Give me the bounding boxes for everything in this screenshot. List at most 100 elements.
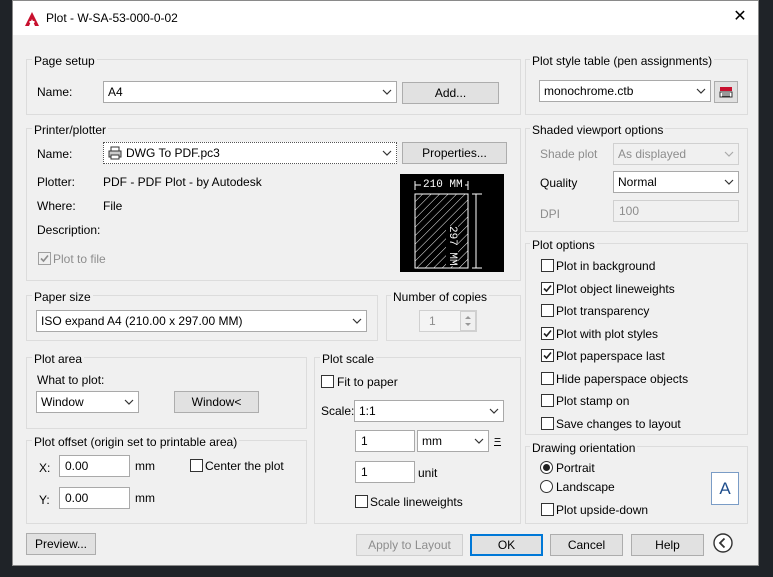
scale-paper-input[interactable]: 1 bbox=[355, 430, 415, 452]
check-icon bbox=[543, 329, 552, 338]
upside-down-checkbox[interactable] bbox=[541, 503, 554, 516]
center-plot-checkbox[interactable] bbox=[190, 459, 203, 472]
upside-down-label: Plot upside-down bbox=[556, 503, 649, 517]
x-offset-input[interactable]: 0.00 bbox=[59, 455, 130, 477]
plot-scale-title: Plot scale bbox=[320, 352, 377, 366]
paper-preview: 210 MM 297 MM bbox=[400, 174, 504, 272]
add-button[interactable]: Add... bbox=[402, 82, 499, 104]
chevron-down-icon bbox=[724, 179, 734, 185]
plot-option-checkbox[interactable] bbox=[541, 417, 554, 430]
properties-button[interactable]: Properties... bbox=[402, 142, 507, 164]
quality-select[interactable]: Normal bbox=[613, 171, 739, 193]
scale-label: Scale: bbox=[321, 404, 355, 418]
shade-plot-label: Shade plot bbox=[540, 147, 598, 161]
page-setup-title: Page setup bbox=[32, 54, 97, 68]
chevron-down-icon bbox=[382, 89, 392, 95]
where-label: Where: bbox=[37, 199, 76, 213]
plot-option-label: Plot object lineweights bbox=[556, 282, 675, 296]
plot-option-checkbox[interactable] bbox=[541, 304, 554, 317]
scale-lineweights-label: Scale lineweights bbox=[370, 495, 463, 509]
plot-offset-group bbox=[26, 440, 307, 524]
plotter-label: Plotter: bbox=[37, 175, 76, 189]
plot-option-checkbox[interactable] bbox=[541, 259, 554, 272]
copies-spinner[interactable] bbox=[460, 311, 476, 331]
printer-name-label: Name: bbox=[37, 147, 73, 161]
quality-label: Quality bbox=[540, 176, 578, 190]
window-title: Plot - W-SA-53-000-0-02 bbox=[46, 11, 178, 25]
page-setup-name-label: Name: bbox=[37, 85, 73, 99]
help-button[interactable]: Help bbox=[631, 534, 704, 556]
collapse-button[interactable] bbox=[712, 532, 734, 554]
plot-option-label: Plot paperspace last bbox=[556, 349, 665, 363]
plot-option-checkbox[interactable] bbox=[541, 372, 554, 385]
chevron-down-icon bbox=[124, 399, 134, 405]
chevron-down-icon bbox=[489, 408, 499, 414]
description-label: Description: bbox=[37, 223, 101, 237]
chevron-down-icon bbox=[352, 318, 362, 324]
plot-option-label: Plot stamp on bbox=[556, 394, 630, 408]
orientation-preview-icon: A bbox=[711, 472, 739, 505]
dpi-input[interactable]: 100 bbox=[613, 200, 739, 222]
ok-button[interactable]: OK bbox=[470, 534, 543, 556]
shaded-viewport-title: Shaded viewport options bbox=[530, 123, 666, 137]
check-icon bbox=[543, 284, 552, 293]
plot-to-file-checkbox[interactable] bbox=[38, 252, 51, 265]
autocad-logo-icon bbox=[25, 12, 39, 26]
what-to-plot-select[interactable]: Window bbox=[36, 391, 139, 413]
y-offset-unit: mm bbox=[135, 491, 155, 505]
plot-option-checkbox[interactable] bbox=[541, 282, 554, 295]
scale-unit-select[interactable]: mm bbox=[417, 430, 489, 452]
chevron-down-icon bbox=[474, 438, 484, 444]
plot-to-file-label: Plot to file bbox=[53, 252, 106, 266]
scale-drawing-input[interactable]: 1 bbox=[355, 461, 415, 483]
plot-options-title: Plot options bbox=[530, 238, 597, 252]
dpi-label: DPI bbox=[540, 207, 561, 221]
preview-height-label: 297 MM bbox=[446, 226, 458, 266]
x-offset-unit: mm bbox=[135, 459, 155, 473]
x-offset-label: X: bbox=[39, 461, 51, 475]
shade-plot-select[interactable]: As displayed bbox=[613, 143, 739, 165]
apply-to-layout-button[interactable]: Apply to Layout bbox=[356, 534, 463, 556]
check-icon bbox=[543, 351, 552, 360]
paper-size-select[interactable]: ISO expand A4 (210.00 x 297.00 MM) bbox=[36, 310, 367, 332]
chevron-down-icon bbox=[724, 151, 734, 157]
plot-option-label: Save changes to layout bbox=[556, 417, 681, 431]
plot-dialog: Plot - W-SA-53-000-0-02 ✕ Page setup Nam… bbox=[12, 0, 759, 566]
landscape-radio[interactable] bbox=[540, 480, 553, 493]
fit-to-paper-checkbox[interactable] bbox=[321, 375, 334, 388]
y-offset-input[interactable]: 0.00 bbox=[59, 487, 130, 509]
chevron-down-icon bbox=[382, 150, 392, 156]
scale-unit-label: unit bbox=[418, 466, 438, 480]
plot-option-checkbox[interactable] bbox=[541, 349, 554, 362]
chevron-left-circle-icon bbox=[713, 533, 733, 553]
window-button[interactable]: Window< bbox=[174, 391, 259, 413]
page-setup-name-select[interactable]: A4 bbox=[103, 81, 397, 103]
plot-option-checkbox[interactable] bbox=[541, 394, 554, 407]
plot-area-title: Plot area bbox=[32, 352, 85, 366]
portrait-radio[interactable] bbox=[540, 461, 553, 474]
plot-option-label: Plot transparency bbox=[556, 304, 650, 318]
center-plot-label: Center the plot bbox=[205, 459, 284, 473]
plot-option-label: Hide paperspace objects bbox=[556, 372, 689, 386]
plot-style-edit-button[interactable] bbox=[714, 81, 738, 103]
cancel-button[interactable]: Cancel bbox=[550, 534, 623, 556]
y-offset-label: Y: bbox=[39, 493, 50, 507]
scale-select[interactable]: 1:1 bbox=[354, 400, 504, 422]
title-bar: Plot - W-SA-53-000-0-02 ✕ bbox=[13, 1, 758, 35]
printer-name-select[interactable]: DWG To PDF.pc3 bbox=[103, 142, 397, 164]
preview-button[interactable]: Preview... bbox=[26, 533, 96, 555]
printer-icon bbox=[108, 146, 122, 160]
spin-arrows-icon bbox=[465, 316, 471, 326]
orientation-title: Drawing orientation bbox=[530, 441, 638, 455]
plot-option-label: Plot in background bbox=[556, 259, 656, 273]
landscape-label: Landscape bbox=[556, 480, 615, 494]
close-button[interactable]: ✕ bbox=[730, 7, 750, 27]
paper-size-title: Paper size bbox=[32, 290, 93, 304]
check-icon bbox=[40, 254, 49, 263]
where-value: File bbox=[103, 199, 123, 213]
plot-style-select[interactable]: monochrome.ctb bbox=[539, 80, 711, 102]
plot-style-title: Plot style table (pen assignments) bbox=[530, 54, 715, 68]
plot-option-checkbox[interactable] bbox=[541, 327, 554, 340]
scale-lineweights-checkbox[interactable] bbox=[355, 495, 368, 508]
plot-style-edit-icon bbox=[719, 87, 733, 98]
